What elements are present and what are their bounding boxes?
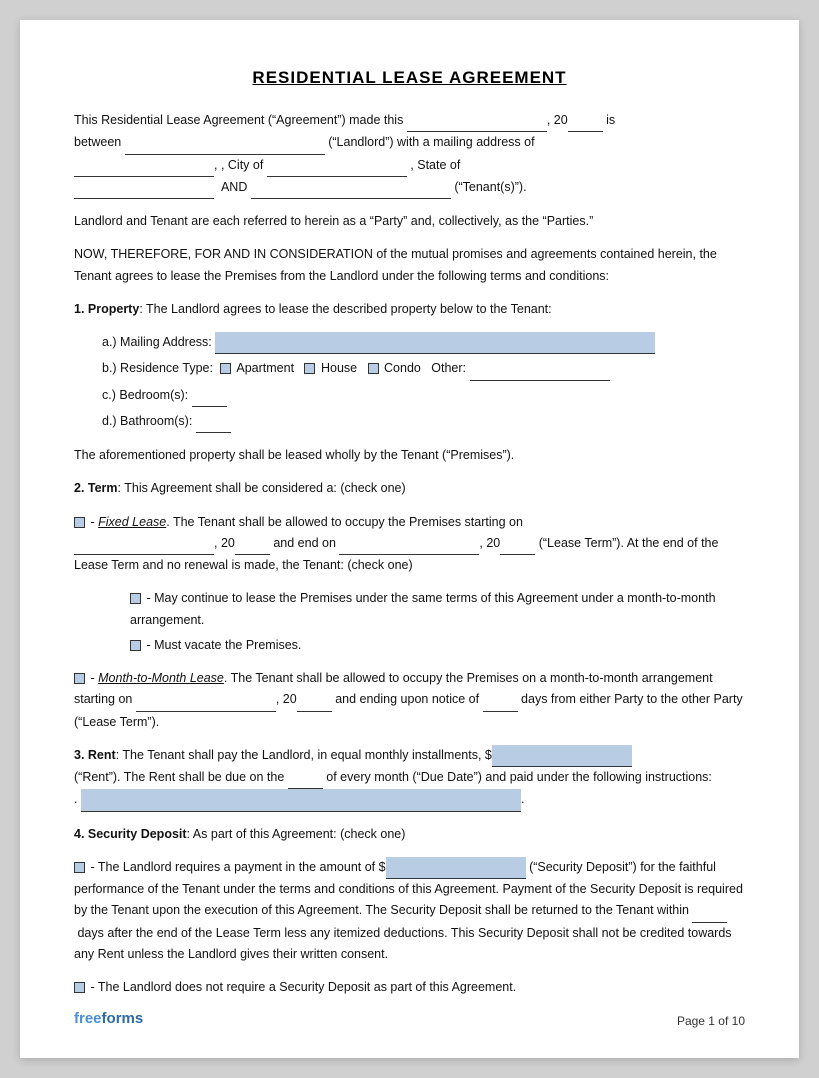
document-title: RESIDENTIAL LEASE AGREEMENT bbox=[74, 68, 745, 88]
section1-item-c: c.) Bedroom(s): bbox=[102, 385, 745, 407]
mtm-days-field[interactable] bbox=[483, 689, 518, 711]
continue-lease-checkbox[interactable] bbox=[130, 593, 141, 604]
section1-footer: The aforementioned property shall be lea… bbox=[74, 445, 745, 466]
consideration-paragraph: NOW, THEREFORE, FOR AND IN CONSIDERATION… bbox=[74, 244, 745, 287]
section2-heading: 2. Term: This Agreement shall be conside… bbox=[74, 478, 745, 499]
section1-item-b: b.) Residence Type: Apartment House Cond… bbox=[102, 358, 745, 380]
footer-logo: freeforms bbox=[74, 1010, 143, 1028]
address-field[interactable] bbox=[74, 155, 214, 177]
fixed-end-year-field[interactable] bbox=[500, 533, 535, 555]
fixed-start-year-field[interactable] bbox=[235, 533, 270, 555]
state-field[interactable] bbox=[74, 177, 214, 199]
bathrooms-field[interactable] bbox=[196, 411, 231, 433]
security-deposit-checkbox[interactable] bbox=[74, 862, 85, 873]
house-checkbox[interactable] bbox=[304, 363, 315, 374]
vacate-checkbox[interactable] bbox=[130, 640, 141, 651]
fixed-lease-options: - May continue to lease the Premises und… bbox=[130, 588, 745, 656]
fixed-option2: - Must vacate the Premises. bbox=[130, 635, 745, 656]
bedrooms-field[interactable] bbox=[192, 385, 227, 407]
tenant-field[interactable] bbox=[251, 177, 451, 199]
mtm-start-field[interactable] bbox=[136, 689, 276, 711]
apartment-checkbox[interactable] bbox=[220, 363, 231, 374]
condo-checkbox[interactable] bbox=[368, 363, 379, 374]
no-security-deposit-checkbox[interactable] bbox=[74, 982, 85, 993]
document-page: RESIDENTIAL LEASE AGREEMENT This Residen… bbox=[20, 20, 799, 1058]
parties-paragraph: Landlord and Tenant are each referred to… bbox=[74, 211, 745, 232]
intro-line1-pre: This Residential Lease Agreement (“Agree… bbox=[74, 113, 403, 127]
date-field[interactable] bbox=[407, 110, 547, 132]
other-type-field[interactable] bbox=[470, 358, 610, 380]
security-days-field[interactable] bbox=[692, 900, 727, 922]
fixed-start-date-field[interactable] bbox=[74, 533, 214, 555]
section1: 1. Property: The Landlord agrees to leas… bbox=[74, 299, 745, 320]
mailing-address-field[interactable] bbox=[215, 332, 655, 354]
mtm-checkbox[interactable] bbox=[74, 673, 85, 684]
fixed-option1: - May continue to lease the Premises und… bbox=[130, 588, 745, 631]
fixed-lease-checkbox[interactable] bbox=[74, 517, 85, 528]
city-field[interactable] bbox=[267, 155, 407, 177]
payment-instructions-field[interactable] bbox=[81, 789, 521, 811]
mtm-year-field[interactable] bbox=[297, 689, 332, 711]
fixed-end-date-field[interactable] bbox=[339, 533, 479, 555]
fixed-lease-block: - Fixed Lease. The Tenant shall be allow… bbox=[74, 512, 745, 577]
intro-paragraph: This Residential Lease Agreement (“Agree… bbox=[74, 110, 745, 199]
year-field[interactable] bbox=[568, 110, 603, 132]
section3-block: 3. Rent: The Tenant shall pay the Landlo… bbox=[74, 745, 745, 812]
section1-item-d: d.) Bathroom(s): bbox=[102, 411, 745, 433]
document-footer: freeforms Page 1 of 10 bbox=[74, 1010, 745, 1028]
due-date-field[interactable] bbox=[288, 767, 323, 789]
security-deposit-amount-field[interactable] bbox=[386, 857, 526, 879]
rent-amount-field[interactable] bbox=[492, 745, 632, 767]
section4-heading: 4. Security Deposit: As part of this Agr… bbox=[74, 824, 745, 845]
section1-item-a: a.) Mailing Address: bbox=[102, 332, 745, 354]
mtm-lease-block: - Month-to-Month Lease. The Tenant shall… bbox=[74, 668, 745, 733]
section1-items: a.) Mailing Address: b.) Residence Type:… bbox=[102, 332, 745, 433]
section4-option2: - The Landlord does not require a Securi… bbox=[74, 977, 745, 998]
section4-option1: - The Landlord requires a payment in the… bbox=[74, 857, 745, 965]
page-number: Page 1 of 10 bbox=[677, 1014, 745, 1028]
landlord-field[interactable] bbox=[125, 132, 325, 154]
